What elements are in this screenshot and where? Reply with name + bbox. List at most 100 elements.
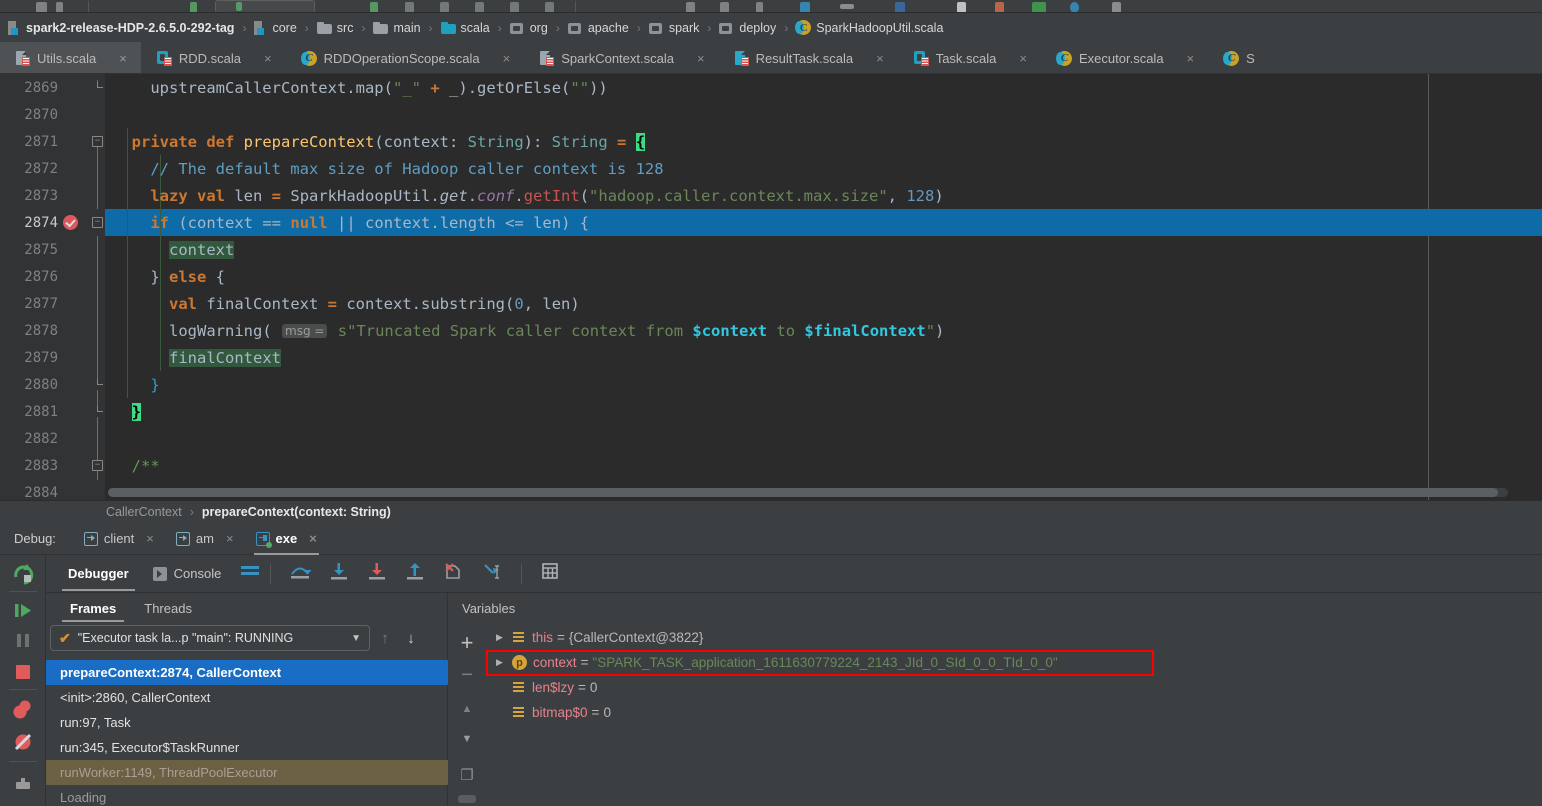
evaluate-expression-icon[interactable] xyxy=(540,561,560,586)
stop-toolbar-icon[interactable] xyxy=(545,2,554,13)
scrollbar-thumb[interactable] xyxy=(108,488,1498,497)
pause-program-button[interactable] xyxy=(10,627,36,653)
tab-close-icon[interactable]: × xyxy=(876,52,884,65)
maven-icon[interactable] xyxy=(895,2,905,13)
breadcrumb-item-project[interactable]: spark2-release-HDP-2.6.5.0-292-tag xyxy=(6,13,236,42)
coverage-button-icon[interactable] xyxy=(440,2,449,13)
chevron-down-icon[interactable]: ▼ xyxy=(351,633,361,644)
run-button-icon[interactable] xyxy=(370,2,378,13)
tab-debugger[interactable]: Debugger xyxy=(56,555,141,593)
tab-close-icon[interactable]: × xyxy=(119,52,127,65)
tab-console[interactable]: Console xyxy=(141,555,234,593)
history-icon[interactable] xyxy=(756,2,763,13)
frame-up-button[interactable]: ↑ xyxy=(374,626,396,650)
breadcrumb-item-scala[interactable]: scala xyxy=(439,13,492,42)
frame-down-button[interactable]: ↓ xyxy=(400,626,422,650)
view-breakpoints-button[interactable] xyxy=(10,697,36,723)
attach-button-icon[interactable] xyxy=(510,2,519,13)
layout-settings-icon[interactable] xyxy=(239,562,261,585)
tab-rddoperationscope-scala[interactable]: C RDDOperationScope.scala × xyxy=(286,42,525,74)
run-to-cursor-icon[interactable] xyxy=(481,561,503,586)
help-icon[interactable] xyxy=(1070,2,1079,13)
resume-program-button[interactable] xyxy=(10,597,36,623)
expand-triangle-icon[interactable]: ▶ xyxy=(496,632,512,643)
stop-button[interactable] xyxy=(10,659,36,685)
frame-item[interactable]: prepareContext:2874, CallerContext xyxy=(46,660,448,685)
tab-overflow[interactable]: C S xyxy=(1208,42,1269,74)
expand-triangle-icon[interactable]: ▶ xyxy=(496,657,512,668)
thread-selector[interactable]: ✔ "Executor task la...p "main": RUNNING … xyxy=(50,625,370,651)
overflow-icon[interactable] xyxy=(1112,2,1121,13)
move-up-button[interactable]: ▲ xyxy=(457,699,477,719)
breadcrumb-item-deploy[interactable]: deploy xyxy=(717,13,778,42)
editor-horizontal-scrollbar[interactable] xyxy=(108,488,1508,497)
gutter-line-breakpoint[interactable]: 2874 − xyxy=(0,209,105,236)
terminal-icon[interactable] xyxy=(1032,2,1046,13)
tab-close-icon[interactable]: × xyxy=(1187,52,1195,65)
close-icon[interactable]: × xyxy=(146,531,154,546)
resize-handle[interactable] xyxy=(458,795,476,803)
step-into-icon[interactable] xyxy=(329,561,349,586)
frame-item[interactable]: run:345, Executor$TaskRunner xyxy=(46,735,448,760)
run-tab-client[interactable]: client × xyxy=(78,523,160,555)
step-out-icon[interactable] xyxy=(405,561,425,586)
code-text-area[interactable]: upstreamCallerContext.map("_" + _).getOr… xyxy=(105,74,1542,500)
tab-close-icon[interactable]: × xyxy=(503,52,511,65)
close-icon[interactable]: × xyxy=(309,531,317,546)
variable-row-this[interactable]: ▶ this = {CallerContext@3822} xyxy=(486,625,1542,650)
move-down-button[interactable]: ▼ xyxy=(457,729,477,749)
vcs-icon[interactable] xyxy=(800,2,810,13)
breadcrumb-item-main[interactable]: main xyxy=(371,13,422,42)
add-watch-button[interactable]: + xyxy=(457,633,477,653)
breadcrumb-item-spark[interactable]: spark xyxy=(647,13,702,42)
variable-row-bitmap[interactable]: bitmap$0 = 0 xyxy=(486,700,1542,725)
tab-close-icon[interactable]: × xyxy=(1019,52,1027,65)
toolbar-icon-2[interactable] xyxy=(56,2,63,13)
variable-row-lenlzy[interactable]: len$lzy = 0 xyxy=(486,675,1542,700)
force-step-into-icon[interactable] xyxy=(367,561,387,586)
tab-threads[interactable]: Threads xyxy=(130,593,206,623)
search-everywhere-icon[interactable] xyxy=(957,2,966,13)
debug-button-icon[interactable] xyxy=(405,2,414,13)
run-icon[interactable] xyxy=(190,2,197,13)
tab-sparkcontext-scala[interactable]: SparkContext.scala × xyxy=(524,42,718,74)
tab-frames[interactable]: Frames xyxy=(56,593,130,623)
tab-executor-scala[interactable]: C Executor.scala × xyxy=(1041,42,1208,74)
profile-button-icon[interactable] xyxy=(475,2,484,13)
breadcrumb-method[interactable]: prepareContext(context: String) xyxy=(202,505,391,519)
frame-list[interactable]: prepareContext:2874, CallerContext <init… xyxy=(46,660,448,806)
tab-close-icon[interactable]: × xyxy=(697,52,705,65)
variable-row-context[interactable]: ▶ context = "SPARK_TASK_application_1611… xyxy=(486,650,1542,675)
variables-list[interactable]: ▶ this = {CallerContext@3822} ▶ context … xyxy=(486,625,1542,806)
code-editor[interactable]: 2869 2870 2871− 2872 2873 2874 − 2875 28… xyxy=(0,74,1542,500)
tab-close-icon[interactable]: × xyxy=(264,52,272,65)
settings-toolbar-icon[interactable] xyxy=(995,2,1004,13)
settings-button[interactable] xyxy=(10,769,36,795)
remove-watch-button[interactable]: − xyxy=(457,665,477,685)
breadcrumb-item-file[interactable]: SparkHadoopUtil.scala xyxy=(794,13,945,42)
breadcrumb-item-core[interactable]: core xyxy=(252,13,298,42)
breadcrumb-item-org[interactable]: org xyxy=(508,13,550,42)
step-over-icon[interactable] xyxy=(289,561,311,586)
copy-value-button[interactable]: ❐ xyxy=(457,765,477,785)
commit-icon[interactable] xyxy=(720,2,729,13)
toolbar-icon-1[interactable] xyxy=(36,2,47,13)
run-configuration-combo[interactable] xyxy=(215,0,315,13)
frame-item[interactable]: <init>:2860, CallerContext xyxy=(46,685,448,710)
breadcrumb-item-apache[interactable]: apache xyxy=(566,13,631,42)
rerun-button[interactable] xyxy=(10,561,36,587)
frame-item[interactable]: runWorker:1149, ThreadPoolExecutor xyxy=(46,760,448,785)
drop-frame-icon[interactable] xyxy=(443,561,463,586)
breadcrumb-item-src[interactable]: src xyxy=(315,13,356,42)
breakpoint-icon[interactable] xyxy=(63,215,78,230)
breadcrumb-class[interactable]: CallerContext xyxy=(106,505,182,519)
run-tab-exe[interactable]: exe × xyxy=(250,523,323,555)
close-icon[interactable]: × xyxy=(226,531,234,546)
mute-breakpoints-button[interactable] xyxy=(10,729,36,755)
tab-resulttask-scala[interactable]: ResultTask.scala × xyxy=(719,42,898,74)
run-tab-am[interactable]: am × xyxy=(170,523,240,555)
tab-utils-scala[interactable]: Utils.scala × xyxy=(0,42,141,74)
tab-rdd-scala[interactable]: RDD.scala × xyxy=(141,42,286,74)
branch-icon[interactable] xyxy=(840,4,854,9)
tab-task-scala[interactable]: Task.scala × xyxy=(898,42,1041,74)
